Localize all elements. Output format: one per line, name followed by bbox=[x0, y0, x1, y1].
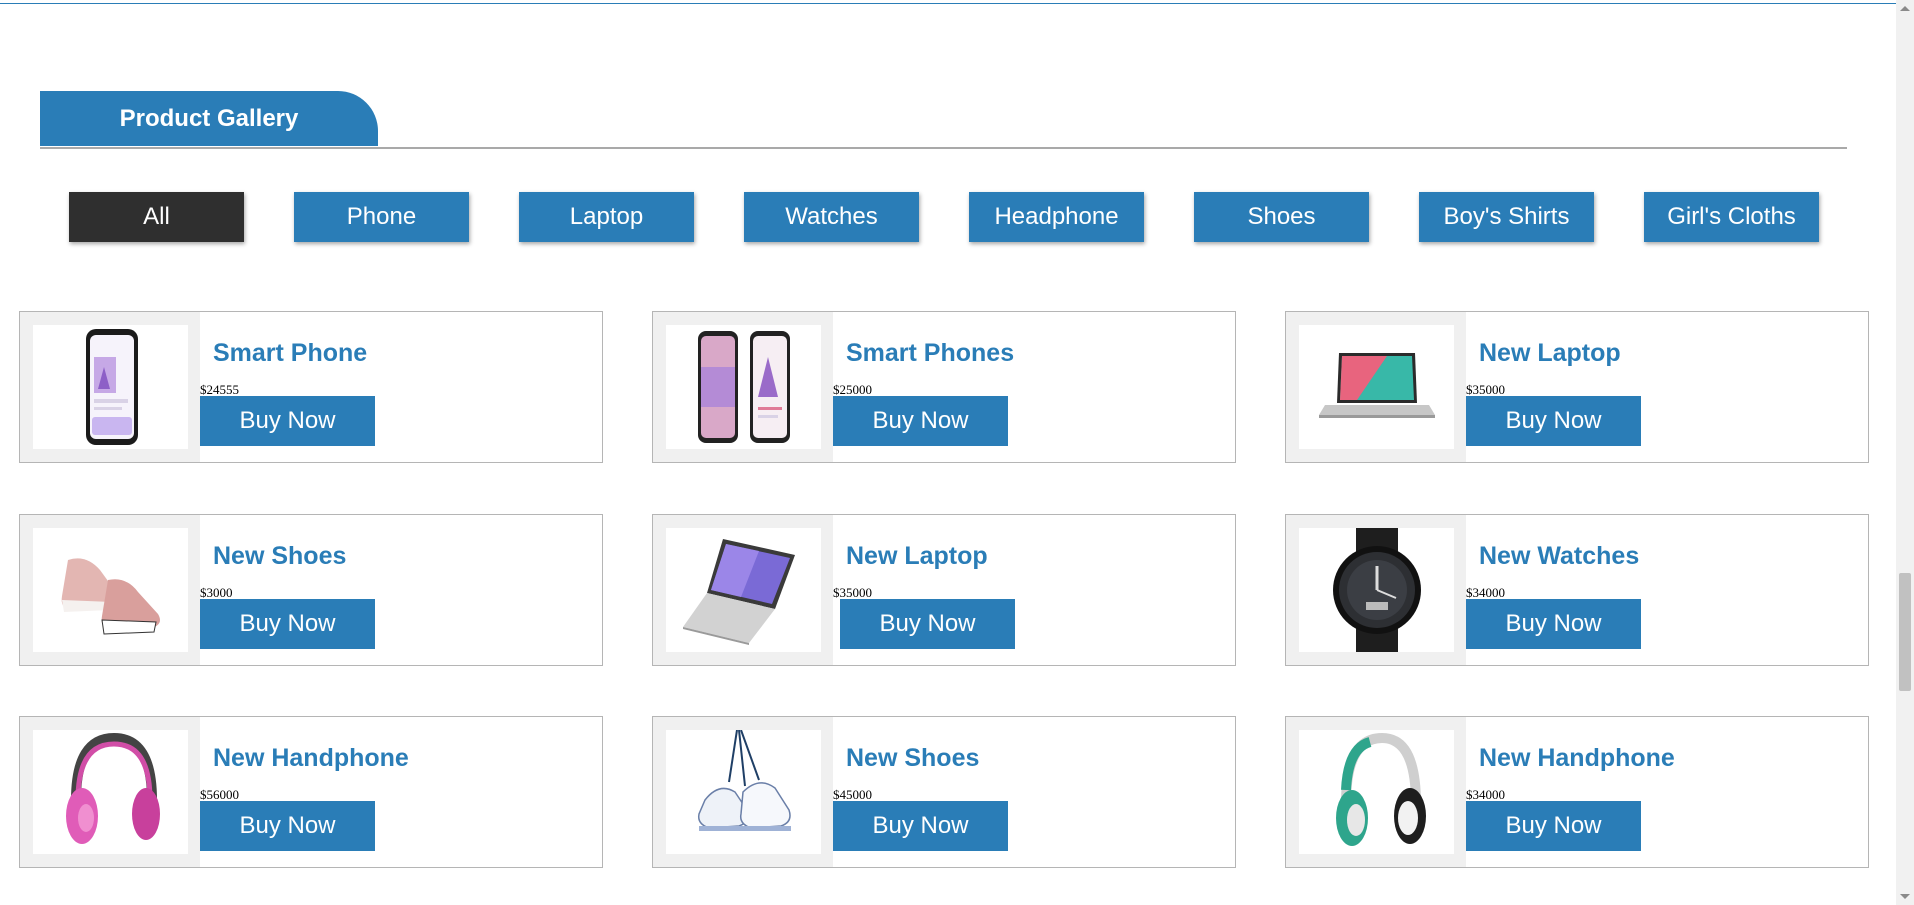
shoes-image[interactable] bbox=[666, 730, 821, 854]
product-card: Smart Phones $25000 Buy Now bbox=[652, 311, 1236, 463]
product-card: New Watches $34000 Buy Now bbox=[1285, 514, 1869, 666]
gallery-title: Product Gallery bbox=[40, 91, 378, 146]
filter-all-button[interactable]: All bbox=[69, 192, 244, 242]
vertical-scrollbar[interactable] bbox=[1896, 0, 1914, 905]
product-name[interactable]: New Laptop bbox=[846, 542, 988, 571]
product-gallery-page: Product Gallery All Phone Laptop Watches… bbox=[0, 0, 1914, 905]
product-name[interactable]: New Shoes bbox=[846, 744, 979, 773]
laptop-image[interactable] bbox=[1299, 325, 1454, 449]
gallery-header: Product Gallery bbox=[40, 91, 1847, 149]
shoes-image[interactable] bbox=[33, 528, 188, 652]
buy-now-button[interactable]: Buy Now bbox=[1466, 801, 1641, 851]
top-divider bbox=[0, 0, 1896, 4]
filter-bar: All Phone Laptop Watches Headphone Shoes… bbox=[69, 192, 1819, 242]
buy-now-button[interactable]: Buy Now bbox=[1466, 599, 1641, 649]
filter-shoes-button[interactable]: Shoes bbox=[1194, 192, 1369, 242]
scroll-up-arrow-icon[interactable] bbox=[1900, 6, 1910, 11]
filter-boys-shirts-button[interactable]: Boy's Shirts bbox=[1419, 192, 1594, 242]
product-card: New Handphone $34000 Buy Now bbox=[1285, 716, 1869, 868]
buy-now-button[interactable]: Buy Now bbox=[200, 599, 375, 649]
filter-headphone-button[interactable]: Headphone bbox=[969, 192, 1144, 242]
product-card: New Shoes $3000 Buy Now bbox=[19, 514, 603, 666]
product-name[interactable]: New Watches bbox=[1479, 542, 1639, 571]
filter-phone-button[interactable]: Phone bbox=[294, 192, 469, 242]
product-name[interactable]: New Handphone bbox=[1479, 744, 1675, 773]
filter-girls-cloths-button[interactable]: Girl's Cloths bbox=[1644, 192, 1819, 242]
phone-image[interactable] bbox=[33, 325, 188, 449]
scroll-down-arrow-icon[interactable] bbox=[1900, 894, 1910, 899]
buy-now-button[interactable]: Buy Now bbox=[1466, 396, 1641, 446]
headphone-image[interactable] bbox=[33, 730, 188, 854]
product-card: New Shoes $45000 Buy Now bbox=[652, 716, 1236, 868]
product-name[interactable]: Smart Phones bbox=[846, 339, 1014, 368]
buy-now-button[interactable]: Buy Now bbox=[200, 396, 375, 446]
product-name[interactable]: New Handphone bbox=[213, 744, 409, 773]
scrollbar-thumb[interactable] bbox=[1899, 573, 1911, 691]
filter-watches-button[interactable]: Watches bbox=[744, 192, 919, 242]
buy-now-button[interactable]: Buy Now bbox=[840, 599, 1015, 649]
product-name[interactable]: New Shoes bbox=[213, 542, 346, 571]
product-card: New Laptop $35000 Buy Now bbox=[652, 514, 1236, 666]
product-card: New Laptop $35000 Buy Now bbox=[1285, 311, 1869, 463]
buy-now-button[interactable]: Buy Now bbox=[833, 801, 1008, 851]
product-card: Smart Phone $24555 Buy Now bbox=[19, 311, 603, 463]
filter-laptop-button[interactable]: Laptop bbox=[519, 192, 694, 242]
product-card: New Handphone $56000 Buy Now bbox=[19, 716, 603, 868]
product-name[interactable]: Smart Phone bbox=[213, 339, 367, 368]
laptop-image[interactable] bbox=[666, 528, 821, 652]
product-name[interactable]: New Laptop bbox=[1479, 339, 1621, 368]
phones-image[interactable] bbox=[666, 325, 821, 449]
buy-now-button[interactable]: Buy Now bbox=[833, 396, 1008, 446]
headphone-image[interactable] bbox=[1299, 730, 1454, 854]
watch-image[interactable] bbox=[1299, 528, 1454, 652]
buy-now-button[interactable]: Buy Now bbox=[200, 801, 375, 851]
